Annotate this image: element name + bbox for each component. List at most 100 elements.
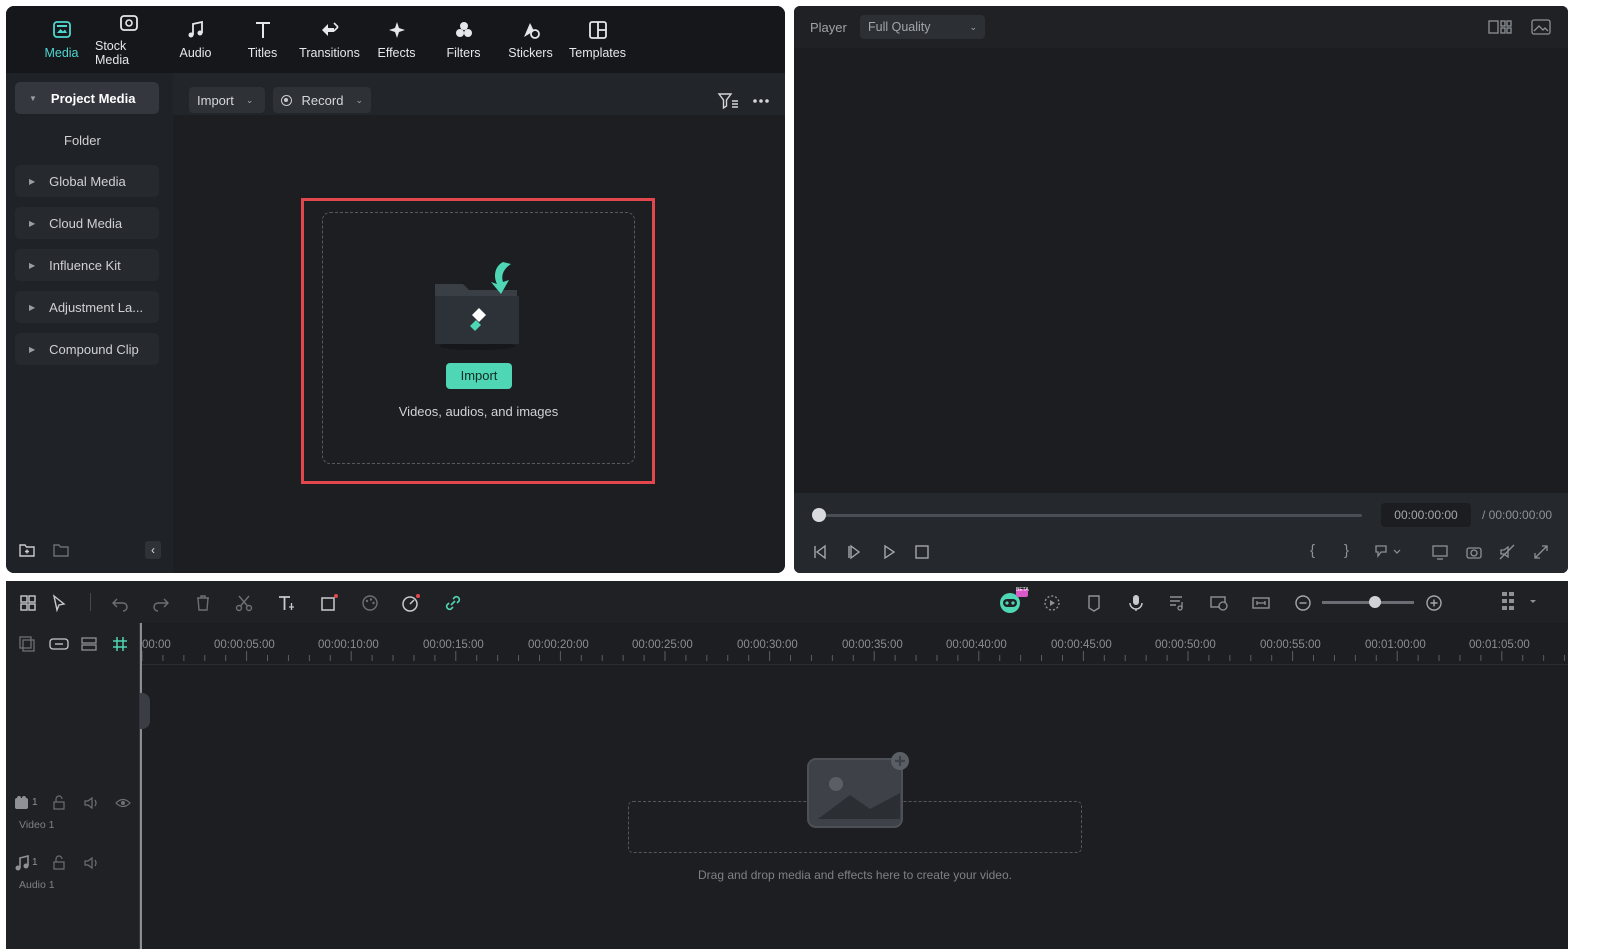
eye-icon[interactable]	[114, 795, 132, 811]
tab-templates[interactable]: Templates	[564, 6, 631, 73]
sidebar-item-influence-kit[interactable]: ▶ Influence Kit	[15, 249, 159, 281]
sidebar-item-compound-clip[interactable]: ▶ Compound Clip	[15, 333, 159, 365]
layout-grid-icon[interactable]	[18, 593, 38, 613]
ruler-tick-label: 00:00:05:00	[214, 639, 275, 651]
tab-filters[interactable]: Filters	[430, 6, 497, 73]
tab-titles-label: Titles	[247, 46, 278, 60]
track-layout-dropdown-icon[interactable]	[1500, 590, 1540, 614]
redo-icon[interactable]	[151, 593, 171, 613]
previous-frame-icon[interactable]	[812, 543, 830, 561]
text-tool-icon[interactable]	[276, 593, 296, 613]
video-track-number: 1	[32, 797, 38, 808]
sidebar-item-project-media[interactable]: ▼ Project Media	[15, 82, 159, 114]
record-dropdown[interactable]: Record ⌄	[273, 87, 371, 113]
playhead-handle[interactable]	[140, 693, 150, 729]
player-panel: Player Full Quality ⌄ 00:00:00:00 / 00:0…	[794, 6, 1568, 573]
magnetic-snap-icon[interactable]	[111, 635, 129, 653]
timeline-ruler[interactable]: 00:00 00:00:05:00 00:00:10:00 00:00:15:0…	[140, 623, 1568, 665]
filter-circles-icon	[455, 22, 472, 37]
new-folder-icon[interactable]	[18, 541, 36, 559]
tab-media[interactable]: Media	[28, 6, 95, 73]
folder-icon[interactable]	[52, 541, 70, 559]
crop-icon[interactable]	[319, 593, 339, 613]
tab-effects[interactable]: Effects	[363, 6, 430, 73]
music-note-icon	[188, 20, 203, 38]
audio-list-icon[interactable]	[1167, 593, 1187, 613]
import-dropdown[interactable]: Import ⌄	[189, 87, 265, 113]
tab-audio-label: Audio	[179, 46, 212, 60]
tab-transitions[interactable]: Transitions	[296, 6, 363, 73]
ruler-tick-label: 00:00:40:00	[946, 639, 1007, 651]
lock-icon[interactable]	[51, 795, 67, 811]
marker-dropdown-icon[interactable]	[1374, 544, 1404, 560]
speaker-icon[interactable]	[83, 795, 101, 811]
shield-marker-icon[interactable]	[1084, 593, 1104, 613]
playback-scrubber[interactable]	[816, 514, 1362, 517]
lock-icon[interactable]	[51, 855, 67, 871]
more-options-icon[interactable]	[751, 93, 771, 109]
speaker-icon[interactable]	[83, 855, 101, 871]
play-icon[interactable]	[880, 543, 898, 561]
sidebar-item-adjustment-layer[interactable]: ▶ Adjustment La...	[15, 291, 159, 323]
undo-icon[interactable]	[110, 593, 130, 613]
sidebar-item-cloud-media[interactable]: ▶ Cloud Media	[15, 207, 159, 239]
track-manager-icon[interactable]	[80, 635, 98, 653]
chevron-down-icon: ⌄	[969, 22, 977, 32]
scissors-icon[interactable]	[234, 593, 254, 613]
chevron-left-icon: ‹	[151, 543, 155, 557]
microphone-icon[interactable]	[1126, 593, 1146, 613]
add-track-icon[interactable]	[18, 635, 36, 653]
template-grid-icon	[588, 21, 607, 39]
text-t-icon	[255, 22, 270, 38]
color-palette-icon[interactable]	[360, 593, 380, 613]
zoom-out-icon[interactable]	[1293, 593, 1313, 613]
playhead[interactable]	[140, 623, 142, 949]
zoom-in-icon[interactable]	[1424, 593, 1444, 613]
quality-select[interactable]: Full Quality ⌄	[860, 15, 985, 39]
snapshot-camera-icon[interactable]	[1465, 543, 1483, 561]
player-header: Player Full Quality ⌄	[794, 6, 1568, 48]
image-view-icon[interactable]	[1531, 18, 1551, 36]
select-cursor-icon[interactable]	[50, 593, 70, 613]
link-clips-icon[interactable]	[48, 635, 70, 653]
video-track-icon	[15, 796, 28, 809]
current-time: 00:00:00:00	[1381, 503, 1471, 527]
fit-timeline-icon[interactable]	[1251, 593, 1271, 613]
timeline-hint: Drag and drop media and effects here to …	[698, 868, 1012, 882]
delete-trash-icon[interactable]	[193, 593, 213, 613]
tab-audio[interactable]: Audio	[162, 6, 229, 73]
collapse-sidebar-button[interactable]: ‹	[145, 541, 161, 559]
link-icon[interactable]	[443, 593, 463, 613]
screen-record-icon[interactable]	[1209, 593, 1229, 613]
tab-stock-media[interactable]: Stock Media	[95, 6, 162, 73]
render-preview-icon[interactable]	[1042, 593, 1062, 613]
sidebar-item-folder[interactable]: Folder	[64, 133, 101, 148]
mark-out-icon[interactable]: }	[1344, 542, 1349, 559]
zoom-slider[interactable]	[1322, 601, 1414, 604]
fullscreen-icon[interactable]	[1532, 543, 1550, 561]
player-label: Player	[810, 20, 847, 35]
video-track-label: Video 1	[19, 819, 55, 831]
dropzone-hint: Videos, audios, and images	[398, 404, 559, 419]
audio-track-icon	[15, 855, 29, 871]
scrubber-handle[interactable]	[812, 508, 826, 522]
layout-icon[interactable]	[1488, 19, 1512, 35]
tab-titles[interactable]: Titles	[229, 6, 296, 73]
ruler-tick-label: 00:00:30:00	[737, 639, 798, 651]
import-button[interactable]: Import	[446, 363, 512, 389]
ai-speed-icon[interactable]	[401, 593, 421, 613]
media-panel: Media Stock Media Audio Titles Transitio…	[6, 6, 785, 573]
next-frame-icon[interactable]	[846, 543, 864, 561]
ruler-tick-label: 00:00:45:00	[1051, 639, 1112, 651]
ruler-tick-label: 00:00	[142, 639, 171, 651]
timeline-panel: BETA 1 Video 1 1 Audio 1 00:00 00:00:05:…	[6, 581, 1568, 949]
zoom-slider-handle[interactable]	[1369, 596, 1381, 608]
audio-mute-icon[interactable]	[1498, 543, 1516, 561]
stop-icon[interactable]	[913, 543, 931, 561]
tab-stickers[interactable]: Stickers	[497, 6, 564, 73]
sidebar-item-global-media[interactable]: ▶ Global Media	[15, 165, 159, 197]
filter-sort-icon[interactable]	[717, 91, 739, 111]
display-icon[interactable]	[1431, 543, 1449, 561]
mark-in-icon[interactable]: {	[1310, 542, 1315, 559]
ruler-tick-label: 00:01:05:00	[1469, 639, 1530, 651]
